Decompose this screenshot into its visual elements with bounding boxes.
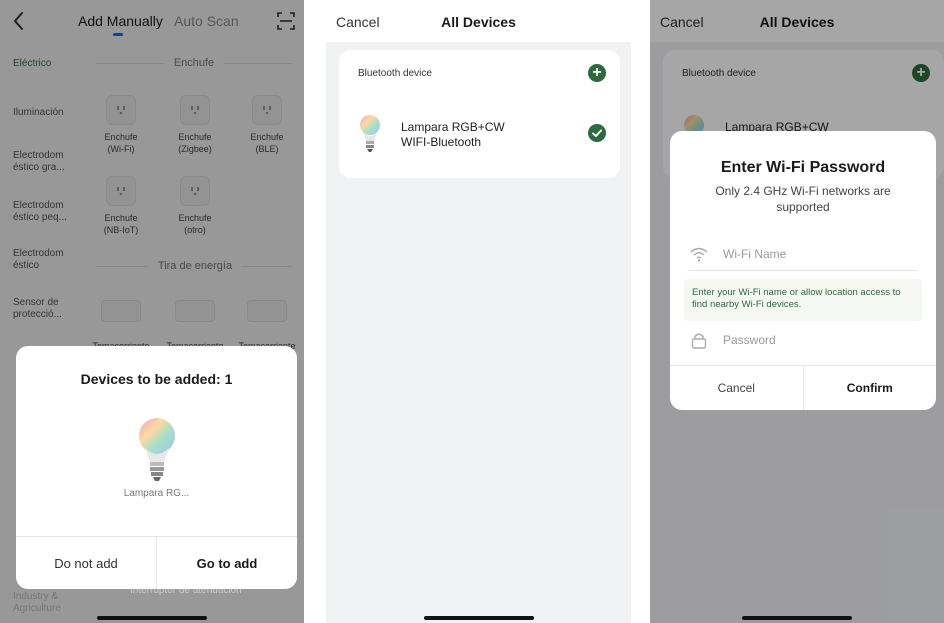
category-industry-agriculture[interactable]: Industry & Agriculture <box>13 591 77 615</box>
home-indicator[interactable] <box>97 616 207 620</box>
dialog-subtitle: Only 2.4 GHz Wi-Fi networks are supporte… <box>715 184 891 214</box>
device-name: Lampara RG... <box>123 488 190 499</box>
device-type-line: WIFI-Bluetooth <box>401 135 482 149</box>
cancel-button[interactable]: Cancel <box>336 14 380 30</box>
dialog-actions: Do not add Go to add <box>16 536 297 589</box>
bluetooth-device-card: Bluetooth device + Lampara RGB+CW WIFI-B… <box>339 50 620 178</box>
home-indicator[interactable] <box>742 616 852 620</box>
card-header: Bluetooth device <box>358 68 432 79</box>
add-icon[interactable]: + <box>588 64 606 82</box>
lock-icon <box>691 333 707 349</box>
wifi-icon <box>690 247 708 262</box>
dialog-actions: Cancel Confirm <box>670 365 936 410</box>
dialog-title: Enter Wi-Fi Password <box>720 159 886 176</box>
go-to-add-button[interactable]: Go to add <box>157 537 297 589</box>
nav-bar: Cancel All Devices <box>326 0 631 42</box>
dialog-cancel-button[interactable]: Cancel <box>670 366 804 410</box>
password-placeholder: Password <box>723 333 776 347</box>
wifi-name-placeholder: Wi-Fi Name <box>723 247 787 261</box>
rgb-bulb-icon <box>139 418 175 481</box>
selected-check-icon[interactable] <box>588 124 606 142</box>
home-indicator[interactable] <box>423 616 534 620</box>
device-name[interactable]: Lampara RGB+CW WIFI-Bluetooth <box>401 120 505 150</box>
confirm-button[interactable]: Confirm <box>804 366 937 410</box>
devices-to-add-dialog: Devices to be added: 1 Lampara RG... Do … <box>16 346 297 589</box>
dialog-title: Devices to be added: 1 <box>80 371 233 387</box>
location-hint: Enter your Wi-Fi name or allow location … <box>684 279 922 321</box>
device-name-line: Lampara RGB+CW <box>401 120 505 134</box>
wifi-name-input[interactable]: Wi-Fi Name <box>689 237 917 271</box>
password-input[interactable]: Password <box>689 323 917 357</box>
phone-all-devices: Cancel All Devices Bluetooth device + La… <box>326 0 631 623</box>
phone-add-manually: Add Manually Auto Scan Eléctrico Ilumina… <box>0 0 304 623</box>
rgb-bulb-icon <box>360 115 380 152</box>
phone-wifi-password: Cancel All Devices Bluetooth device + La… <box>650 0 944 623</box>
wifi-password-dialog: Enter Wi-Fi Password Only 2.4 GHz Wi-Fi … <box>670 131 936 410</box>
do-not-add-button[interactable]: Do not add <box>16 537 157 589</box>
